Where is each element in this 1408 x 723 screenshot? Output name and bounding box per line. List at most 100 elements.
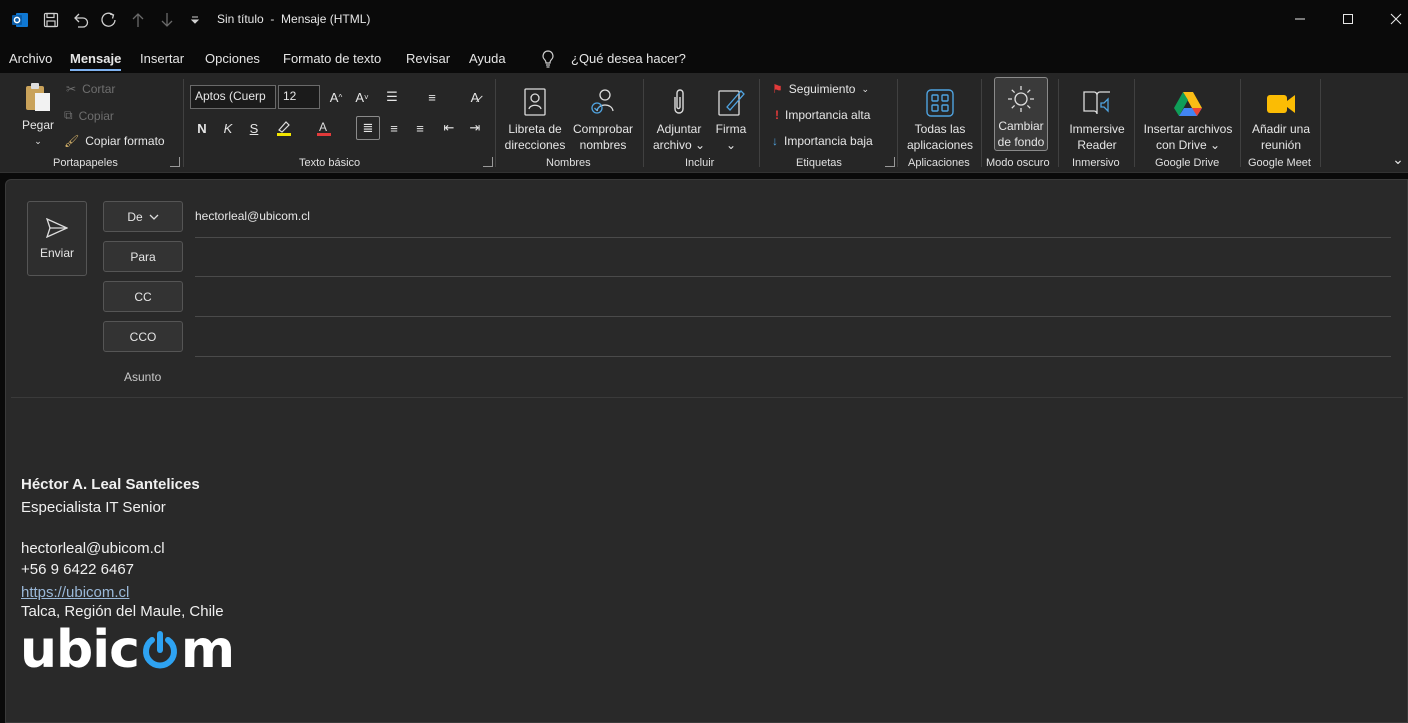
group-label-google-drive: Google Drive <box>1155 157 1220 169</box>
group-label-google-meet: Google Meet <box>1248 157 1311 169</box>
tab-archivo[interactable]: Archivo <box>9 51 52 66</box>
signature-phone: +56 9 6422 6467 <box>21 561 135 578</box>
font-color-icon[interactable]: A <box>312 116 336 140</box>
separator <box>759 79 760 167</box>
close-button[interactable] <box>1381 6 1408 32</box>
ribbon-collapse-chevron-icon[interactable]: ⌄ <box>1386 147 1408 171</box>
to-button[interactable]: Para <box>103 241 183 272</box>
redo-icon[interactable] <box>100 10 118 30</box>
send-label: Enviar <box>39 245 74 260</box>
save-icon[interactable] <box>43 10 59 30</box>
bullets-icon[interactable]: ☰ <box>380 85 404 109</box>
compose-window: Enviar De hectorleal@ubicom.cl Para CC C… <box>5 179 1408 723</box>
drive-label-2-text: con Drive <box>1155 138 1207 152</box>
font-size-select[interactable]: 12 <box>278 85 320 109</box>
cut-button[interactable]: ✂ Cortar <box>66 82 115 96</box>
highlight-icon[interactable] <box>272 116 296 140</box>
cc-label: CC <box>134 289 152 304</box>
insert-drive-files-button[interactable]: Insertar archivos con Drive ⌄ <box>1142 79 1234 153</box>
separator <box>1134 79 1135 167</box>
separator <box>897 79 898 167</box>
high-importance-button[interactable]: ! Importancia alta <box>775 108 870 122</box>
copy-icon: ⧉ <box>64 108 73 122</box>
bcc-button[interactable]: CCO <box>103 321 183 352</box>
low-importance-button[interactable]: ↓ Importancia baja <box>772 134 873 148</box>
from-button[interactable]: De <box>103 201 183 232</box>
arrow-down-icon[interactable] <box>160 10 174 30</box>
all-apps-button[interactable]: Todas las aplicaciones <box>904 79 976 153</box>
bcc-input[interactable] <box>195 356 1391 357</box>
shrink-font-icon[interactable]: A ˅ <box>350 85 374 109</box>
tab-mensaje[interactable]: Mensaje <box>70 51 122 71</box>
change-bg-label-2: de fondo <box>997 135 1045 149</box>
immersive-label-2: Reader <box>1077 138 1117 152</box>
minimize-button[interactable] <box>1285 6 1315 32</box>
cut-label: Cortar <box>82 82 116 96</box>
group-label-modo-oscuro: Modo oscuro <box>986 157 1050 169</box>
font-family-select[interactable]: Aptos (Cuerp <box>190 85 276 109</box>
divider <box>11 397 1403 398</box>
menu-bar: Archivo Mensaje Insertar Opciones Format… <box>0 40 1408 73</box>
address-book-label-1: Libreta de <box>508 122 562 136</box>
address-book-label-2: direcciones <box>504 138 566 152</box>
clear-formatting-icon[interactable]: A̷ <box>463 85 487 109</box>
cc-button[interactable]: CC <box>103 281 183 312</box>
signature-location: Talca, Región del Maule, Chile <box>21 603 224 620</box>
cc-input[interactable] <box>195 316 1391 317</box>
numbering-icon[interactable]: ≡ <box>420 85 444 109</box>
lightbulb-icon <box>541 49 555 69</box>
exclamation-icon: ! <box>775 108 779 122</box>
chevron-down-icon <box>149 214 159 220</box>
search-input[interactable]: ¿Qué desea hacer? <box>571 51 686 66</box>
arrow-down-icon: ↓ <box>772 134 778 148</box>
align-center-icon[interactable]: ≡ <box>382 116 406 140</box>
to-label: Para <box>130 249 156 264</box>
increase-indent-icon[interactable]: ⇥ <box>463 116 487 140</box>
attach-label-1: Adjuntar <box>656 122 702 136</box>
dialog-launcher-icon[interactable] <box>483 157 493 167</box>
high-importance-label: Importancia alta <box>785 108 871 122</box>
signature-website-link[interactable]: https://ubicom.cl <box>21 584 129 601</box>
group-label-incluir: Incluir <box>685 157 715 169</box>
address-book-button[interactable]: Libreta de direcciones <box>504 79 566 153</box>
decrease-indent-icon[interactable]: ⇤ <box>437 116 461 140</box>
send-button[interactable]: Enviar <box>27 201 87 276</box>
underline-button[interactable]: S <box>242 116 266 140</box>
follow-up-button[interactable]: ⚑ Seguimiento ⌄ <box>772 82 869 96</box>
align-right-icon[interactable]: ≡ <box>408 116 432 140</box>
attach-label-2-text: archivo <box>652 138 692 152</box>
to-input[interactable] <box>195 276 1391 277</box>
grow-font-icon[interactable]: A ^ <box>324 85 348 109</box>
tab-formato-de-texto[interactable]: Formato de texto <box>283 51 381 66</box>
chevron-down-icon: ⌄ <box>725 138 737 152</box>
attach-file-button[interactable]: Adjuntar archivo ⌄ <box>650 79 708 153</box>
tab-revisar[interactable]: Revisar <box>406 51 450 66</box>
dialog-launcher-icon[interactable] <box>885 157 895 167</box>
italic-button[interactable]: K <box>216 116 240 140</box>
tab-ayuda[interactable]: Ayuda <box>469 51 506 66</box>
change-background-button[interactable]: Cambiar de fondo <box>994 77 1048 151</box>
maximize-button[interactable] <box>1333 6 1363 32</box>
add-meeting-button[interactable]: Añadir una reunión <box>1248 79 1314 153</box>
arrow-up-icon[interactable] <box>131 10 145 30</box>
signature-button[interactable]: Firma ⌄ <box>712 79 750 153</box>
meet-label-1: Añadir una <box>1251 122 1311 136</box>
svg-text:A: A <box>319 120 327 134</box>
undo-icon[interactable] <box>72 10 90 30</box>
format-painter-button[interactable]: 🖌 Copiar formato <box>64 134 165 148</box>
tab-insertar[interactable]: Insertar <box>140 51 184 66</box>
low-importance-label: Importancia baja <box>784 134 873 148</box>
copy-button[interactable]: ⧉ Copiar <box>64 108 114 123</box>
check-names-button[interactable]: Comprobar nombres <box>571 79 635 153</box>
paste-button[interactable]: Pegar ⌄ <box>18 79 58 149</box>
immersive-label-1: Immersive <box>1069 122 1125 136</box>
customize-toolbar-icon[interactable] <box>190 10 200 30</box>
group-label-texto-basico: Texto básico <box>299 157 361 169</box>
tab-opciones[interactable]: Opciones <box>205 51 260 66</box>
bold-button[interactable]: N <box>190 116 214 140</box>
dialog-launcher-icon[interactable] <box>170 157 180 167</box>
signature-role: Especialista IT Senior <box>21 499 166 516</box>
align-left-icon[interactable]: ≣ <box>356 116 380 140</box>
immersive-reader-button[interactable]: Immersive Reader <box>1066 79 1128 153</box>
format-painter-label: Copiar formato <box>85 134 165 148</box>
